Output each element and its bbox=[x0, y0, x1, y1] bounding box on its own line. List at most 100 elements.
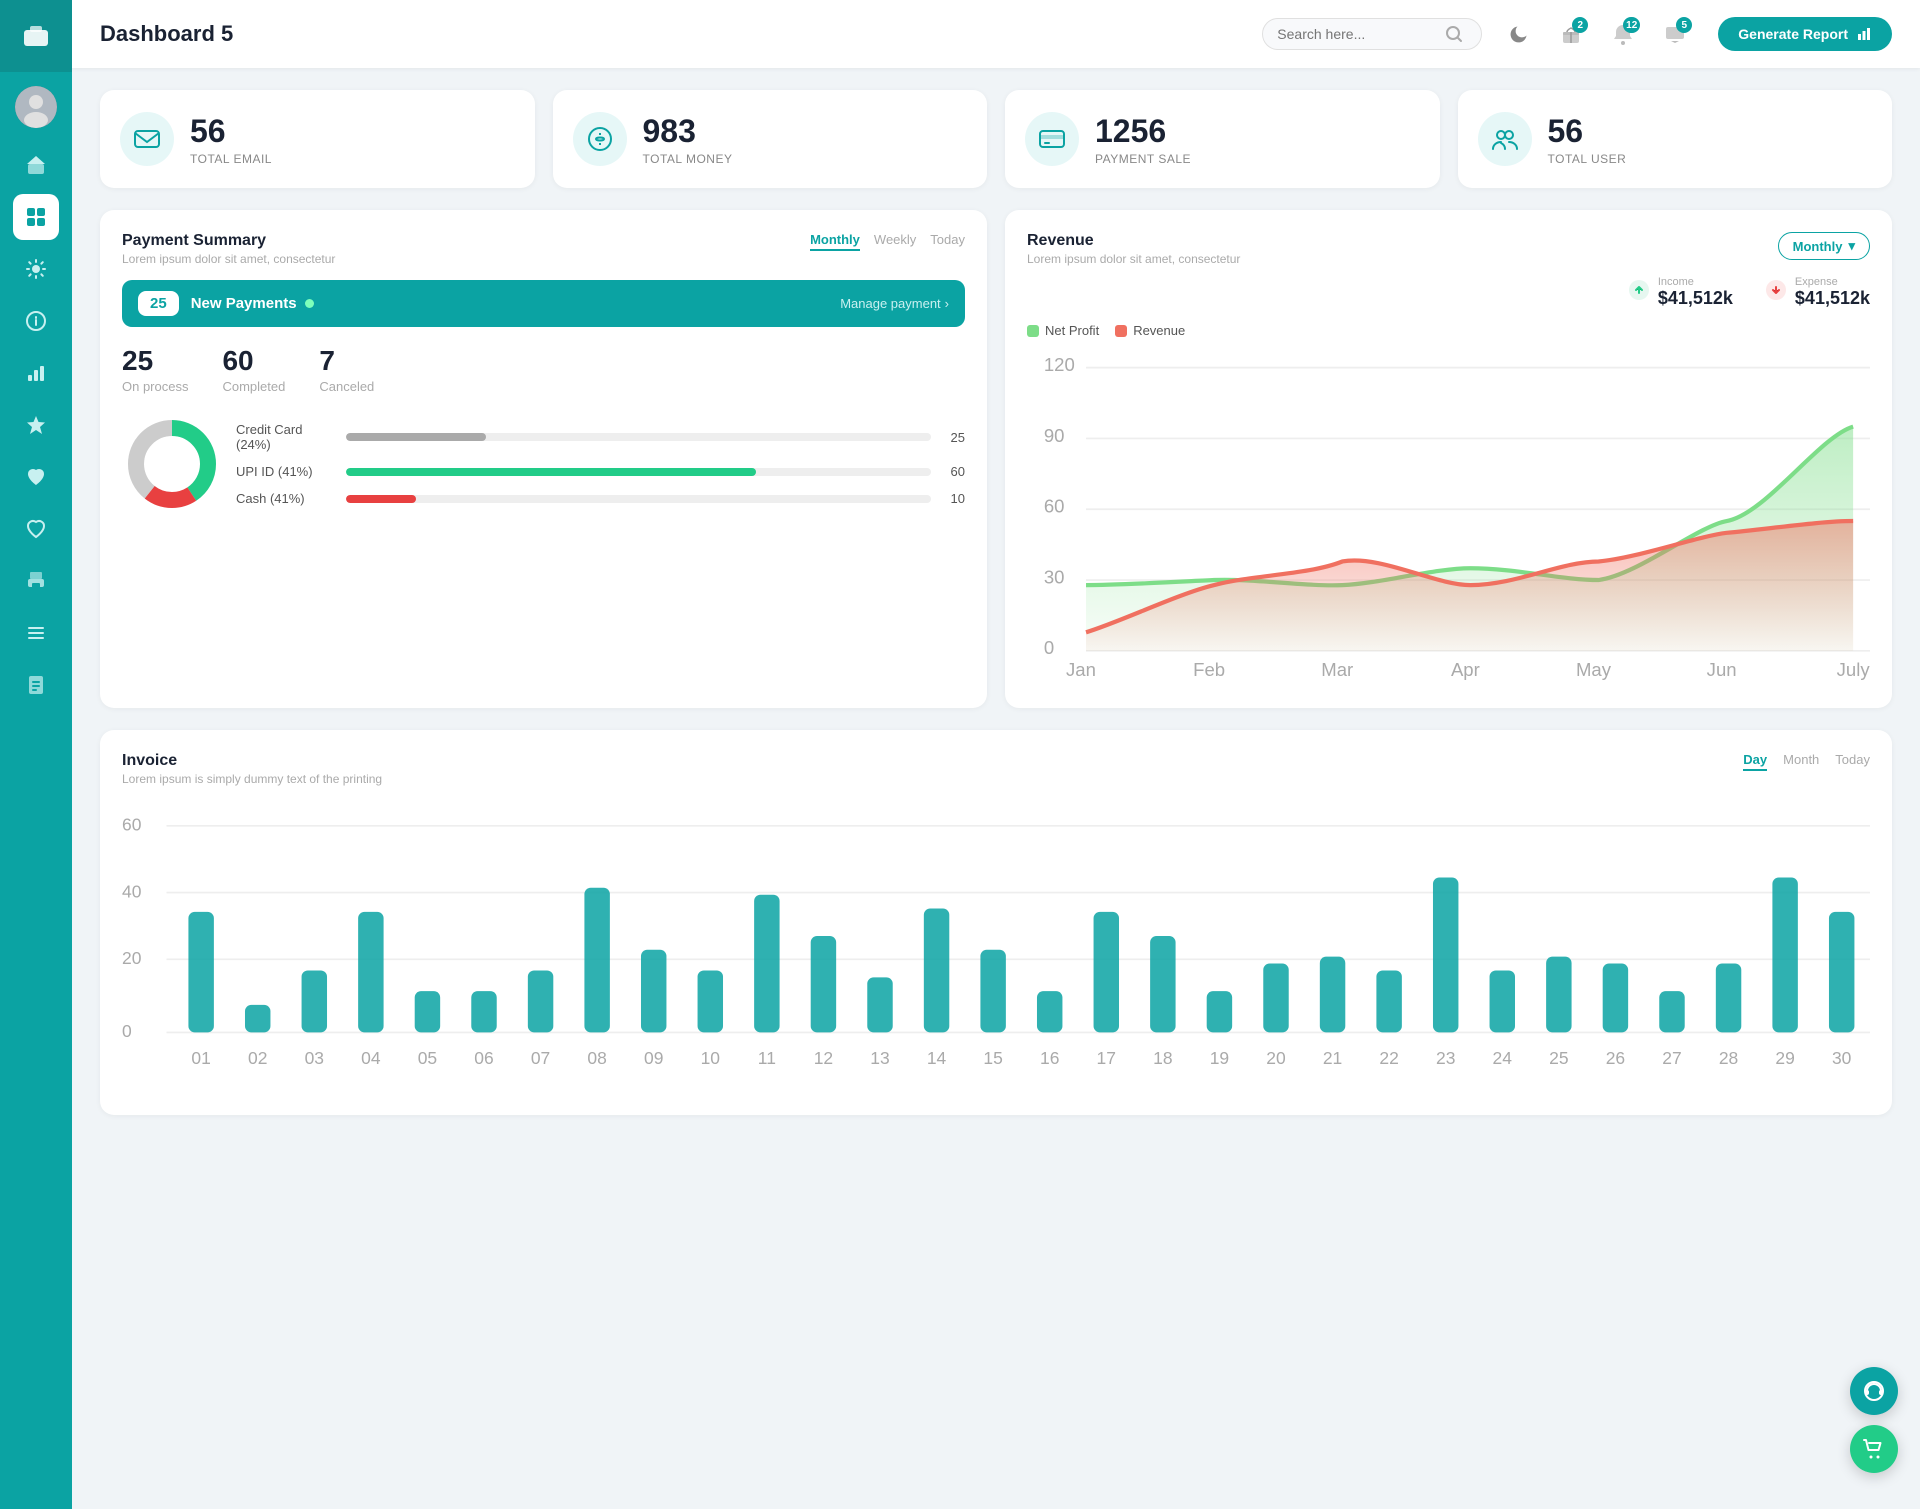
sidebar-item-docs[interactable] bbox=[13, 662, 59, 708]
page-title: Dashboard 5 bbox=[100, 21, 1262, 47]
notifications-button[interactable]: 12 bbox=[1604, 15, 1642, 53]
svg-text:11: 11 bbox=[758, 1048, 776, 1068]
sidebar-item-settings[interactable] bbox=[13, 246, 59, 292]
income-item: Income $41,512k bbox=[1628, 276, 1733, 309]
methods-list: Credit Card (24%) 25 UPI ID (41%) 60 bbox=[236, 422, 965, 506]
sidebar-item-heart1[interactable] bbox=[13, 454, 59, 500]
svg-text:30: 30 bbox=[1044, 566, 1065, 587]
svg-text:120: 120 bbox=[1044, 354, 1075, 375]
sidebar-logo[interactable] bbox=[0, 0, 72, 72]
revenue-subtitle: Lorem ipsum dolor sit amet, consectetur bbox=[1027, 252, 1240, 266]
completed-num: 60 bbox=[222, 345, 285, 377]
invoice-tabs: Day Month Today bbox=[1743, 752, 1870, 771]
down-arrow-icon bbox=[1765, 279, 1787, 301]
sidebar-item-chart[interactable] bbox=[13, 350, 59, 396]
income-label: Income bbox=[1658, 276, 1733, 288]
svg-text:30: 30 bbox=[1832, 1048, 1852, 1068]
invoice-bar bbox=[1546, 957, 1571, 1033]
moon-icon bbox=[1509, 24, 1529, 44]
svg-text:06: 06 bbox=[474, 1048, 493, 1068]
payment-tabs: Monthly Weekly Today bbox=[810, 232, 965, 251]
stat-card-payment: 1256 PAYMENT SALE bbox=[1005, 90, 1440, 188]
tab-today[interactable]: Today bbox=[930, 232, 965, 251]
svg-text:60: 60 bbox=[1044, 496, 1065, 517]
method-val-cc: 25 bbox=[941, 430, 965, 445]
method-bar-upi bbox=[346, 468, 931, 476]
invoice-bar bbox=[245, 1005, 270, 1033]
header: Dashboard 5 2 12 5 Generate Report bbox=[72, 0, 1920, 68]
expense-item: Expense $41,512k bbox=[1765, 276, 1870, 309]
sidebar-nav bbox=[0, 142, 72, 708]
manage-payment-link[interactable]: Manage payment › bbox=[840, 296, 949, 311]
stat-card-money: 983 TOTAL MONEY bbox=[553, 90, 988, 188]
tab-day[interactable]: Day bbox=[1743, 752, 1767, 771]
svg-text:05: 05 bbox=[418, 1048, 437, 1068]
svg-text:12: 12 bbox=[814, 1048, 833, 1068]
svg-text:07: 07 bbox=[531, 1048, 550, 1068]
payment-summary-title: Payment Summary bbox=[122, 232, 335, 250]
stat-completed: 60 Completed bbox=[222, 345, 285, 394]
revenue-panel: Revenue Lorem ipsum dolor sit amet, cons… bbox=[1005, 210, 1892, 708]
tab-month[interactable]: Month bbox=[1783, 752, 1819, 771]
chat-badge: 5 bbox=[1676, 17, 1692, 33]
invoice-bar bbox=[811, 936, 836, 1032]
email-count: 56 bbox=[190, 113, 272, 150]
messages-button[interactable]: 5 bbox=[1656, 15, 1694, 53]
sidebar-item-heart2[interactable] bbox=[13, 506, 59, 552]
sidebar-item-info[interactable] bbox=[13, 298, 59, 344]
sidebar-item-dashboard[interactable] bbox=[13, 194, 59, 240]
svg-text:15: 15 bbox=[983, 1048, 1002, 1068]
canceled-num: 7 bbox=[319, 345, 374, 377]
support-fab[interactable] bbox=[1850, 1367, 1898, 1415]
revenue-monthly-button[interactable]: Monthly ▾ bbox=[1778, 232, 1870, 260]
payment-summary-subtitle: Lorem ipsum dolor sit amet, consectetur bbox=[122, 252, 335, 266]
net-profit-dot bbox=[1027, 325, 1039, 337]
cart-fab[interactable] bbox=[1850, 1425, 1898, 1473]
method-bar-cash bbox=[346, 495, 931, 503]
method-upi: UPI ID (41%) 60 bbox=[236, 464, 965, 479]
sidebar-item-print[interactable] bbox=[13, 558, 59, 604]
sidebar-item-list[interactable] bbox=[13, 610, 59, 656]
dark-mode-button[interactable] bbox=[1500, 15, 1538, 53]
sidebar-item-star[interactable] bbox=[13, 402, 59, 448]
stat-cards-grid: 56 TOTAL EMAIL 983 TOTAL MONEY 1256 bbox=[100, 90, 1892, 188]
tab-weekly[interactable]: Weekly bbox=[874, 232, 916, 251]
tab-today-invoice[interactable]: Today bbox=[1835, 752, 1870, 771]
avatar[interactable] bbox=[15, 86, 57, 128]
invoice-bar bbox=[1320, 957, 1345, 1033]
method-cash: Cash (41%) 10 bbox=[236, 491, 965, 506]
svg-text:0: 0 bbox=[122, 1021, 132, 1041]
payment-icon bbox=[1025, 112, 1079, 166]
invoice-title: Invoice bbox=[122, 752, 382, 770]
revenue-header: Revenue Lorem ipsum dolor sit amet, cons… bbox=[1027, 232, 1870, 266]
email-icon bbox=[120, 112, 174, 166]
stat-on-process: 25 On process bbox=[122, 345, 188, 394]
invoice-bar bbox=[302, 971, 327, 1033]
up-arrow-icon bbox=[1628, 279, 1650, 301]
generate-report-button[interactable]: Generate Report bbox=[1718, 17, 1892, 51]
invoice-bar bbox=[1772, 878, 1797, 1033]
search-bar bbox=[1262, 18, 1482, 50]
gift-button[interactable]: 2 bbox=[1552, 15, 1590, 53]
invoice-bar bbox=[358, 912, 383, 1033]
svg-text:90: 90 bbox=[1044, 425, 1065, 446]
search-input[interactable] bbox=[1277, 26, 1437, 42]
invoice-bar bbox=[1150, 936, 1175, 1032]
invoice-bar bbox=[641, 950, 666, 1033]
invoice-bar bbox=[754, 895, 779, 1033]
payment-summary-header: Payment Summary Lorem ipsum dolor sit am… bbox=[122, 232, 965, 266]
svg-text:25: 25 bbox=[1549, 1048, 1568, 1068]
completed-label: Completed bbox=[222, 379, 285, 394]
legend-net-profit: Net Profit bbox=[1027, 323, 1099, 338]
invoice-panel: Invoice Lorem ipsum is simply dummy text… bbox=[100, 730, 1892, 1115]
sidebar-item-home[interactable] bbox=[13, 142, 59, 188]
tab-monthly[interactable]: Monthly bbox=[810, 232, 860, 251]
svg-text:Feb: Feb bbox=[1193, 659, 1225, 680]
svg-text:40: 40 bbox=[122, 882, 142, 902]
invoice-bar bbox=[1829, 912, 1854, 1033]
invoice-bar bbox=[1490, 971, 1515, 1033]
svg-text:17: 17 bbox=[1097, 1048, 1116, 1068]
invoice-bar bbox=[1207, 991, 1232, 1032]
invoice-bar bbox=[188, 912, 213, 1033]
svg-text:14: 14 bbox=[927, 1048, 947, 1068]
